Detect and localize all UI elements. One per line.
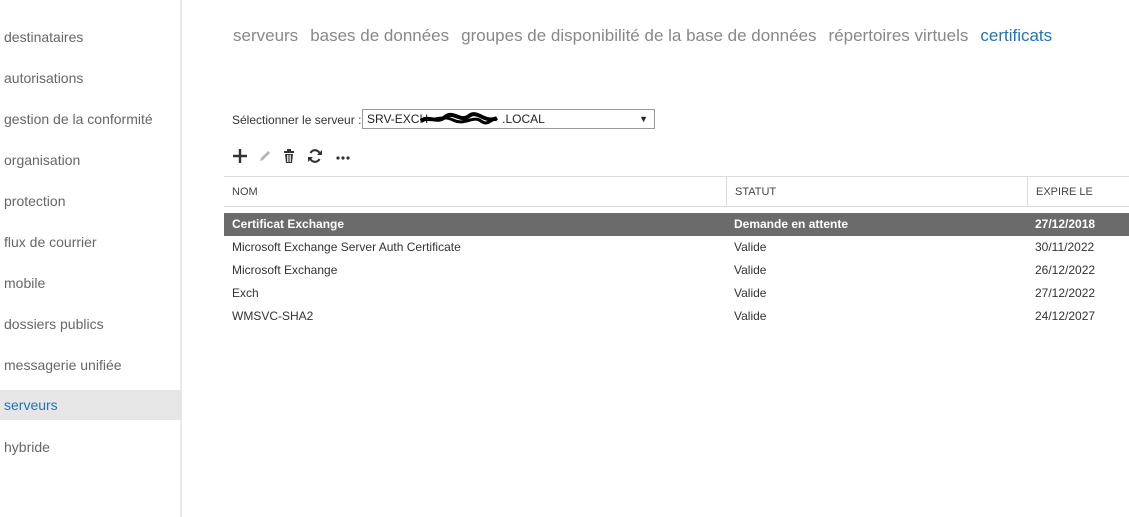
sidebar-item-hybride[interactable]: hybride	[0, 432, 182, 462]
top-tabs: serveurs bases de données groupes de dispo…	[233, 24, 1064, 50]
cell-statut: Valide	[734, 240, 767, 254]
cell-expire-le: 24/12/2027	[1035, 309, 1096, 323]
cell-expire-le: 27/12/2018	[1035, 217, 1096, 231]
sidebar-item-dossiers-publics[interactable]: dossiers publics	[0, 309, 182, 339]
edit-icon	[255, 146, 275, 166]
cell-nom: Microsoft Exchange	[232, 263, 338, 277]
cell-statut: Valide	[734, 286, 767, 300]
sidebar-item-autorisations[interactable]: autorisations	[0, 63, 182, 93]
table-row[interactable]: Exch Valide 27/12/2022	[224, 282, 1129, 305]
cell-expire-le: 26/12/2022	[1035, 263, 1096, 277]
add-icon[interactable]	[230, 146, 250, 166]
sidebar-item-conformite[interactable]: gestion de la conformité	[0, 104, 182, 134]
table-row[interactable]: Microsoft Exchange Server Auth Certifica…	[224, 236, 1129, 259]
cell-statut: Valide	[734, 309, 767, 323]
column-header-expire-le[interactable]: EXPIRE LE	[1027, 177, 1129, 207]
cell-statut: Demande en attente	[734, 217, 849, 231]
cell-nom: WMSVC-SHA2	[232, 309, 314, 323]
cell-nom: Microsoft Exchange Server Auth Certifica…	[232, 240, 461, 254]
sidebar-item-destinataires[interactable]: destinataires	[0, 22, 182, 52]
tab-groupes-disponibilite[interactable]: groupes de disponibilité de la base de d…	[461, 24, 816, 48]
cell-nom: Exch	[232, 286, 259, 300]
sidebar-item-organisation[interactable]: organisation	[0, 145, 182, 175]
delete-icon[interactable]	[279, 146, 299, 166]
column-header-nom[interactable]: NOM	[224, 177, 726, 207]
table-row[interactable]: Microsoft Exchange Valide 26/12/2022	[224, 259, 1129, 282]
sidebar-item-flux-courrier[interactable]: flux de courrier	[0, 227, 182, 257]
column-header-statut[interactable]: STATUT	[726, 177, 1027, 207]
tab-repertoires-virtuels[interactable]: répertoires virtuels	[829, 24, 969, 48]
sidebar: destinataires autorisations gestion de l…	[0, 0, 182, 517]
more-icon[interactable]	[333, 146, 353, 166]
tab-certificats[interactable]: certificats	[980, 24, 1052, 48]
server-select[interactable]: SRV-EXCH .LOCAL ▼	[362, 109, 655, 129]
cell-nom: Certificat Exchange	[232, 217, 345, 231]
redaction-scribble	[419, 112, 498, 125]
sidebar-item-messagerie-unifiee[interactable]: messagerie unifiée	[0, 350, 182, 380]
table-row[interactable]: Certificat Exchange Demande en attente 2…	[224, 213, 1129, 236]
table-header: NOM STATUT EXPIRE LE	[224, 176, 1129, 207]
chevron-down-icon: ▼	[639, 114, 648, 124]
tab-bases-de-donnees[interactable]: bases de données	[310, 24, 449, 48]
sidebar-item-mobile[interactable]: mobile	[0, 268, 182, 298]
sidebar-item-protection[interactable]: protection	[0, 186, 182, 216]
refresh-icon[interactable]	[305, 146, 325, 166]
sidebar-item-serveurs[interactable]: serveurs	[0, 390, 182, 420]
cell-expire-le: 27/12/2022	[1035, 286, 1096, 300]
server-select-value-suffix: .LOCAL	[502, 112, 545, 126]
server-select-label: Sélectionner le serveur :	[232, 113, 362, 127]
cell-statut: Valide	[734, 263, 767, 277]
table-row[interactable]: WMSVC-SHA2 Valide 24/12/2027	[224, 305, 1129, 328]
cell-expire-le: 30/11/2022	[1035, 240, 1095, 254]
tab-serveurs[interactable]: serveurs	[233, 24, 298, 48]
